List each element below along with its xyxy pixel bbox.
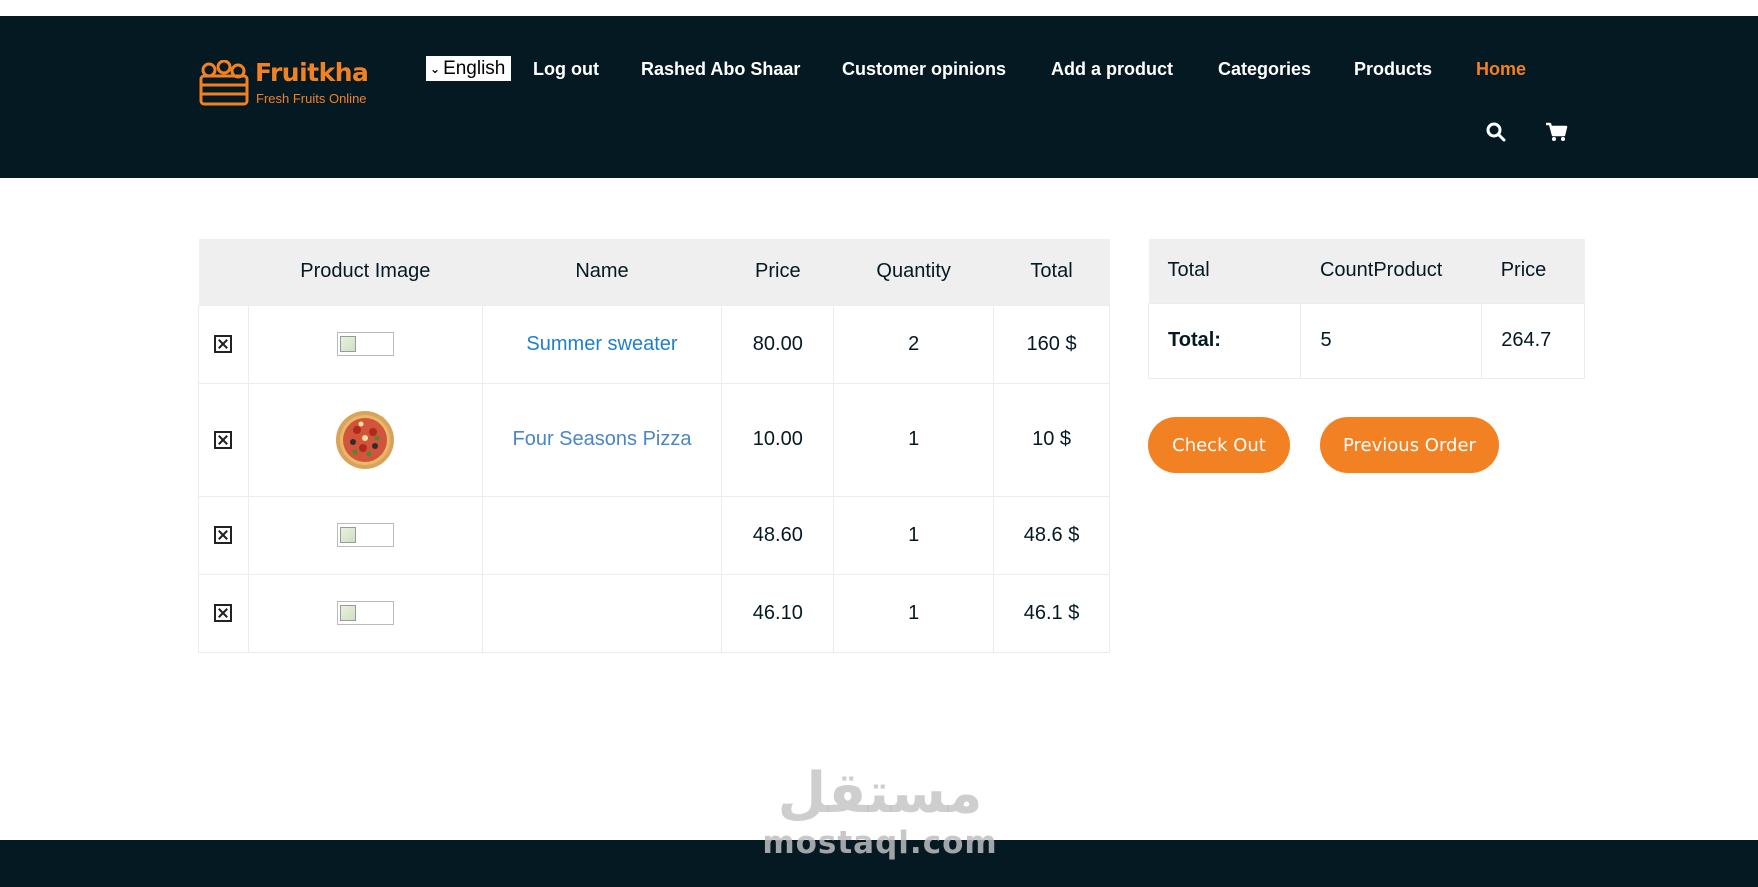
quantity-cell: 1 [833, 573, 995, 653]
language-select[interactable]: ⌄ English [426, 56, 512, 81]
remove-item-icon[interactable] [214, 430, 233, 449]
summary-price-value: 264.7 [1481, 302, 1585, 379]
remove-cell [198, 382, 249, 497]
site-header: Fruitkha Fresh Fruits Online ⌄ English L… [0, 16, 1758, 178]
product-image[interactable] [336, 523, 394, 547]
table-row: Four Seasons Pizza 10.00 1 10 $ [198, 382, 1110, 497]
cart-header-row: Product Image Name Price Quantity Total [198, 239, 1110, 305]
nav-user-profile[interactable]: Rashed Abo Shaar [641, 59, 800, 80]
summary-col-price: Price [1481, 239, 1585, 303]
col-name: Name [482, 239, 722, 305]
summary-total-label: Total: [1147, 302, 1302, 379]
name-cell: Summer sweater [481, 304, 723, 384]
image-cell [247, 304, 483, 384]
cart-table: Product Image Name Price Quantity Total … [198, 239, 1110, 653]
total-cell: 46.1 $ [993, 573, 1110, 653]
col-remove [198, 239, 249, 305]
product-image[interactable] [336, 332, 394, 356]
quantity-cell: 1 [833, 382, 995, 497]
price-cell: 46.10 [721, 573, 835, 653]
image-cell [247, 495, 483, 575]
previous-order-button[interactable]: Previous Order [1320, 417, 1499, 473]
nav-logout[interactable]: Log out [533, 59, 599, 80]
quantity-cell: 1 [833, 495, 995, 575]
nav-add-product[interactable]: Add a product [1051, 59, 1173, 80]
table-row: Summer sweater 80.00 2 160 $ [198, 304, 1110, 384]
brand-tagline: Fresh Fruits Online [256, 91, 367, 106]
price-cell: 80.00 [721, 304, 835, 384]
nav-customer-opinions[interactable]: Customer opinions [842, 59, 1006, 80]
site-logo[interactable]: Fruitkha Fresh Fruits Online [199, 48, 379, 106]
col-quantity: Quantity [833, 239, 994, 305]
summary-header-row: Total CountProduct Price [1148, 239, 1585, 303]
price-cell: 48.60 [721, 495, 835, 575]
summary-col-total: Total [1148, 239, 1301, 303]
summary-col-count: CountProduct [1300, 239, 1482, 303]
pizza-image[interactable] [335, 410, 395, 470]
watermark-latin: mostaql.com [762, 825, 998, 861]
order-summary-table: Total CountProduct Price Total: 5 264.7 [1147, 239, 1585, 379]
summary-row: Total: 5 264.7 [1147, 302, 1585, 379]
table-row: 48.60 1 48.6 $ [198, 495, 1110, 575]
watermark: مستقل mostaql.com [760, 762, 1000, 872]
nav-products[interactable]: Products [1354, 59, 1432, 80]
total-cell: 160 $ [993, 304, 1110, 384]
total-cell: 10 $ [993, 382, 1110, 497]
product-name-link[interactable]: Summer sweater [526, 333, 677, 355]
summary-count-value: 5 [1300, 302, 1483, 379]
name-cell: Four Seasons Pizza [481, 382, 723, 497]
total-cell: 48.6 $ [993, 495, 1110, 575]
name-cell [481, 495, 723, 575]
nav-categories[interactable]: Categories [1218, 59, 1311, 80]
remove-item-icon[interactable] [214, 335, 233, 354]
remove-cell [198, 304, 249, 384]
top-strip [0, 0, 1758, 16]
check-out-button[interactable]: Check Out [1148, 417, 1290, 473]
remove-cell [198, 573, 249, 653]
fruit-crate-icon [199, 60, 249, 106]
watermark-arabic: مستقل [777, 761, 983, 826]
name-cell [481, 573, 723, 653]
col-product-image: Product Image [248, 239, 483, 305]
price-cell: 10.00 [721, 382, 835, 497]
chevron-down-icon: ⌄ [430, 61, 441, 76]
nav-home[interactable]: Home [1476, 59, 1526, 80]
table-row: 46.10 1 46.1 $ [198, 573, 1110, 653]
language-value: English [443, 57, 506, 79]
remove-item-icon[interactable] [214, 526, 233, 545]
remove-item-icon[interactable] [214, 604, 233, 623]
search-icon[interactable] [1486, 122, 1506, 142]
brand-name: Fruitkha [255, 58, 369, 87]
col-price: Price [721, 239, 834, 305]
image-cell [247, 573, 483, 653]
cart-icon[interactable] [1545, 122, 1568, 142]
quantity-cell: 2 [833, 304, 995, 384]
remove-cell [198, 495, 249, 575]
image-cell [247, 382, 483, 497]
col-total: Total [993, 239, 1110, 305]
product-image[interactable] [336, 601, 394, 625]
product-name-link[interactable]: Four Seasons Pizza [513, 428, 692, 450]
